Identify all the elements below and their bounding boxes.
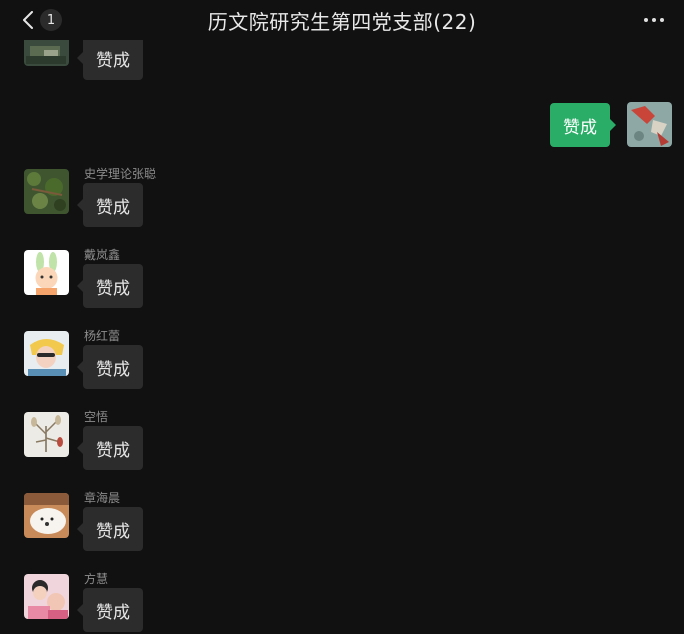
message-bubble[interactable]: 赞成 bbox=[77, 183, 143, 227]
sender-name: 章海晨 bbox=[84, 491, 121, 505]
message-bubble[interactable]: 赞成 bbox=[77, 345, 143, 389]
avatar[interactable] bbox=[627, 102, 672, 147]
more-options-button[interactable] bbox=[644, 14, 664, 26]
sender-name: 杨红蕾 bbox=[84, 329, 121, 343]
avatar[interactable] bbox=[24, 493, 69, 538]
message-bubble[interactable]: 赞成 bbox=[77, 264, 143, 308]
message-text: 赞成 bbox=[96, 602, 130, 623]
message-text: 赞成 bbox=[563, 117, 597, 138]
sender-name: 空悟 bbox=[84, 410, 109, 424]
more-icon bbox=[652, 18, 656, 22]
message-bubble[interactable]: 赞成 bbox=[77, 36, 143, 80]
chat-message-list: 赞成 赞成 史学理论张聪 赞成 戴岚鑫 赞成 杨红蕾 赞成 空悟 赞成 章海晨 … bbox=[0, 0, 684, 634]
message-bubble[interactable]: 赞成 bbox=[550, 103, 616, 147]
avatar[interactable] bbox=[24, 574, 69, 619]
chat-title: 历文院研究生第四党支部(22) bbox=[207, 10, 477, 34]
message-text: 赞成 bbox=[96, 440, 130, 461]
message-text: 赞成 bbox=[96, 278, 130, 299]
message-bubble[interactable]: 赞成 bbox=[77, 507, 143, 551]
message-text: 赞成 bbox=[96, 359, 130, 380]
sender-name: 史学理论张聪 bbox=[84, 167, 157, 181]
more-icon bbox=[660, 18, 664, 22]
chat-header: 1 历文院研究生第四党支部(22) bbox=[0, 0, 684, 40]
more-icon bbox=[644, 18, 648, 22]
message-bubble[interactable]: 赞成 bbox=[77, 426, 143, 470]
avatar[interactable] bbox=[24, 331, 69, 376]
avatar[interactable] bbox=[24, 250, 69, 295]
message-text: 赞成 bbox=[96, 197, 130, 218]
sender-name: 方慧 bbox=[84, 572, 109, 586]
message-text: 赞成 bbox=[96, 521, 130, 542]
sender-name: 戴岚鑫 bbox=[84, 248, 121, 262]
message-bubble[interactable]: 赞成 bbox=[77, 588, 143, 632]
message-text: 赞成 bbox=[96, 50, 130, 71]
avatar[interactable] bbox=[24, 169, 69, 214]
avatar[interactable] bbox=[24, 412, 69, 457]
